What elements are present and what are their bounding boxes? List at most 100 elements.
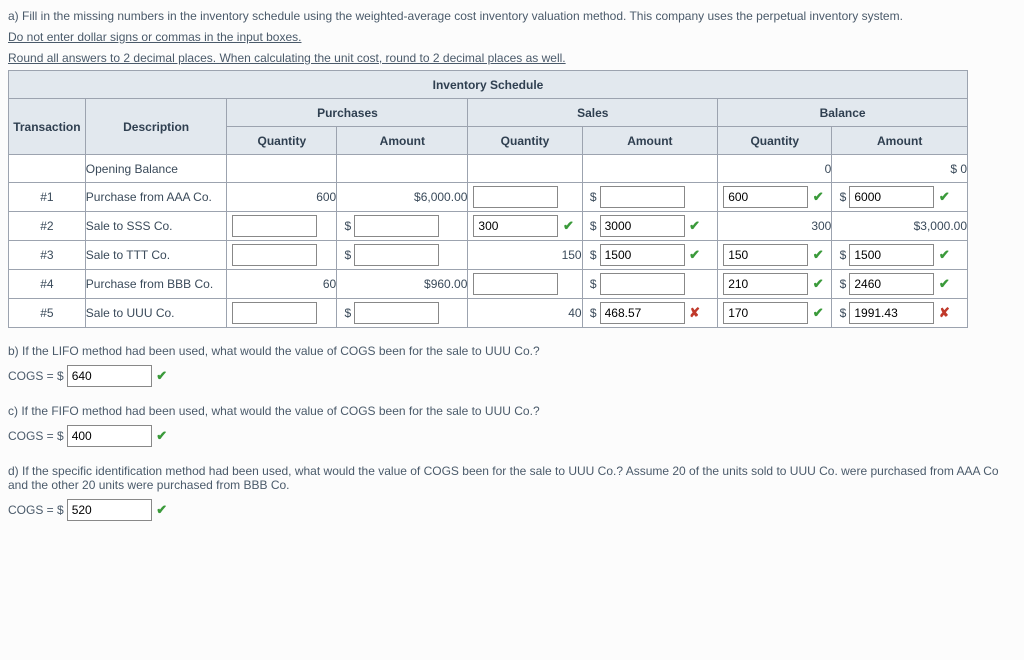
row1-bal-qty-input[interactable] — [723, 186, 808, 208]
row5-pur-qty-input[interactable] — [232, 302, 317, 324]
dollar-icon: $ — [587, 248, 597, 262]
check-icon: ✔ — [688, 218, 702, 234]
col-pur-amt: Amount — [337, 127, 468, 155]
question-b: b) If the LIFO method had been used, wha… — [8, 344, 1016, 358]
opening-bal-qty: 0 — [718, 155, 832, 183]
dollar-icon: $ — [587, 306, 597, 320]
check-icon: ✔ — [811, 276, 825, 292]
row5-desc: Sale to UUU Co. — [85, 299, 227, 328]
check-icon: ✔ — [811, 305, 825, 321]
row2-bal-qty: 300 — [718, 212, 832, 241]
intro-a: a) Fill in the missing numbers in the in… — [8, 8, 1016, 25]
check-icon: ✔ — [937, 189, 951, 205]
dollar-icon: $ — [836, 277, 846, 291]
dollar-icon: $ — [341, 306, 351, 320]
row5-sale-amt-input[interactable] — [600, 302, 685, 324]
col-sale-qty: Quantity — [468, 127, 582, 155]
row1-pur-amt: $6,000.00 — [337, 183, 468, 212]
check-icon: ✔ — [937, 276, 951, 292]
table-row: #3 Sale to TTT Co. $ 150 $ ✔ ✔ $ ✔ — [9, 241, 968, 270]
dollar-icon: $ — [587, 219, 597, 233]
table-row: #1 Purchase from AAA Co. 600 $6,000.00 $… — [9, 183, 968, 212]
cogs-d-label: COGS = $ — [8, 503, 64, 517]
row2-pur-qty-input[interactable] — [232, 215, 317, 237]
group-sales: Sales — [468, 99, 718, 127]
row4-num: #4 — [9, 270, 86, 299]
row3-num: #3 — [9, 241, 86, 270]
col-sale-amt: Amount — [582, 127, 718, 155]
row1-desc: Purchase from AAA Co. — [85, 183, 227, 212]
check-icon: ✔ — [811, 247, 825, 263]
row1-sale-amt-input[interactable] — [600, 186, 685, 208]
col-pur-qty: Quantity — [227, 127, 337, 155]
col-bal-qty: Quantity — [718, 127, 832, 155]
row4-sale-amt-input[interactable] — [600, 273, 685, 295]
check-icon: ✔ — [688, 247, 702, 263]
intro-warn1: Do not enter dollar signs or commas in t… — [8, 29, 1016, 46]
row5-bal-amt-input[interactable] — [849, 302, 934, 324]
check-icon: ✔ — [561, 218, 575, 234]
col-description: Description — [85, 99, 227, 155]
dollar-icon: $ — [587, 190, 597, 204]
check-icon: ✔ — [155, 368, 169, 384]
opening-desc: Opening Balance — [85, 155, 227, 183]
question-d: d) If the specific identification method… — [8, 464, 1016, 492]
row3-sale-qty: 150 — [468, 241, 582, 270]
row2-pur-amt-input[interactable] — [354, 215, 439, 237]
check-icon: ✔ — [155, 502, 169, 518]
dollar-icon: $ — [836, 306, 846, 320]
row1-pur-qty: 600 — [227, 183, 337, 212]
x-icon: ✘ — [937, 305, 951, 321]
row2-sale-qty-input[interactable] — [473, 215, 558, 237]
question-c: c) If the FIFO method had been used, wha… — [8, 404, 1016, 418]
cogs-c-label: COGS = $ — [8, 429, 64, 443]
intro-warn2: Round all answers to 2 decimal places. W… — [8, 50, 1016, 67]
dollar-icon: $ — [836, 190, 846, 204]
table-row: #2 Sale to SSS Co. $ ✔ $ ✔ 300 $3,000.00 — [9, 212, 968, 241]
dollar-icon: $ — [341, 248, 351, 262]
row5-num: #5 — [9, 299, 86, 328]
row3-bal-amt-input[interactable] — [849, 244, 934, 266]
cogs-d-input[interactable] — [67, 499, 152, 521]
row2-num: #2 — [9, 212, 86, 241]
check-icon: ✔ — [937, 247, 951, 263]
row3-desc: Sale to TTT Co. — [85, 241, 227, 270]
table-row: Opening Balance 0 $ 0 — [9, 155, 968, 183]
group-balance: Balance — [718, 99, 968, 127]
opening-bal-amt: $ 0 — [832, 155, 968, 183]
dollar-icon: $ — [587, 277, 597, 291]
row4-desc: Purchase from BBB Co. — [85, 270, 227, 299]
row4-bal-amt-input[interactable] — [849, 273, 934, 295]
cogs-b-label: COGS = $ — [8, 369, 64, 383]
dollar-icon: $ — [836, 248, 846, 262]
row4-sale-qty-input[interactable] — [473, 273, 558, 295]
row1-bal-amt-input[interactable] — [849, 186, 934, 208]
col-transaction: Transaction — [9, 99, 86, 155]
row2-bal-amt: $3,000.00 — [832, 212, 968, 241]
row3-pur-qty-input[interactable] — [232, 244, 317, 266]
row2-sale-amt-input[interactable] — [600, 215, 685, 237]
row5-bal-qty-input[interactable] — [723, 302, 808, 324]
x-icon: ✘ — [688, 305, 702, 321]
row4-bal-qty-input[interactable] — [723, 273, 808, 295]
row2-desc: Sale to SSS Co. — [85, 212, 227, 241]
row1-num: #1 — [9, 183, 86, 212]
row5-pur-amt-input[interactable] — [354, 302, 439, 324]
row4-pur-qty: 60 — [227, 270, 337, 299]
row3-pur-amt-input[interactable] — [354, 244, 439, 266]
cogs-b-input[interactable] — [67, 365, 152, 387]
instructions: a) Fill in the missing numbers in the in… — [8, 8, 1016, 66]
col-bal-amt: Amount — [832, 127, 968, 155]
row5-sale-qty: 40 — [468, 299, 582, 328]
inventory-schedule-table: Inventory Schedule Transaction Descripti… — [8, 70, 968, 328]
table-row: #5 Sale to UUU Co. $ 40 $ ✘ ✔ $ ✘ — [9, 299, 968, 328]
row4-pur-amt: $960.00 — [337, 270, 468, 299]
table-row: #4 Purchase from BBB Co. 60 $960.00 $ ✔ … — [9, 270, 968, 299]
row3-bal-qty-input[interactable] — [723, 244, 808, 266]
row1-sale-qty-input[interactable] — [473, 186, 558, 208]
check-icon: ✔ — [155, 428, 169, 444]
schedule-title: Inventory Schedule — [9, 71, 968, 99]
row3-sale-amt-input[interactable] — [600, 244, 685, 266]
cogs-c-input[interactable] — [67, 425, 152, 447]
dollar-icon: $ — [341, 219, 351, 233]
